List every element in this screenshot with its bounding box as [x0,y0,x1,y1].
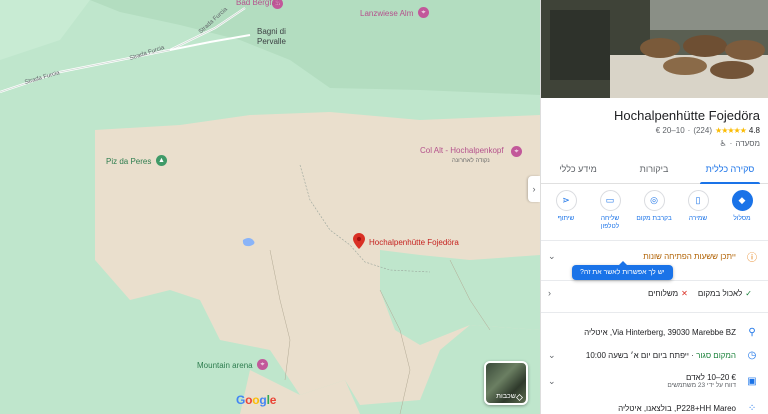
info-warning-icon: ⓘ [747,252,757,264]
share-button[interactable]: ⋖ שיתוף [546,190,586,231]
terrain-layer [0,0,540,414]
price-icon: ▣ [747,375,757,387]
amenities-row[interactable]: ✓ לאכול במקום ✕ משלוחים ‹ [541,285,768,301]
amenity-delivery: ✕ משלוחים [647,288,688,298]
poi-bagni-di-pervalle[interactable]: Bagni di Pervalle [257,27,286,47]
poi-mountain-arena[interactable]: Mountain arena [197,361,253,371]
share-icon: ⋖ [562,195,570,205]
price-reported-by: דווח על ידי 23 משתמשים [667,382,736,389]
review-count[interactable]: (224) [693,126,712,135]
send-to-phone-icon: ▭ [605,195,615,205]
directions-button[interactable]: ◆ מסלול [722,190,762,231]
plus-code-text: P228+HH Mareo, בולצאנו, איטליה [618,403,736,413]
restaurant-icon[interactable]: ⌖ [511,146,522,157]
restaurant-icon[interactable]: ⌖ [418,7,429,18]
poi-col-alt[interactable]: Col Alt - Hochalpenkopf [420,146,504,156]
nearby-label: בקרבת מקום [636,215,672,222]
poi-piz-da-peres[interactable]: Piz da Peres [106,157,151,167]
plus-code-row[interactable]: ⁘ P228+HH Mareo, בולצאנו, איטליה [541,400,768,414]
directions-icon: ◆ [738,195,746,205]
address-row[interactable]: ⚲ Via Hinterberg, 39030 Marebbe BZ, איטל… [541,324,768,340]
divider [541,312,768,313]
cross-icon: ✕ [681,288,688,298]
save-button[interactable]: ▯ שמירה [678,190,718,231]
mountain-peak-icon[interactable]: ▲ [156,155,167,166]
share-label: שיתוף [557,215,575,222]
poi-bad-bergfall[interactable]: Bad Bergfall [236,0,280,8]
attraction-icon[interactable]: ⌖ [257,359,268,370]
tab-reviews[interactable]: ביקורות [616,154,692,183]
send-to-phone-button[interactable]: ▭ שליחה לטלפון [590,190,630,231]
action-buttons: ◆ מסלול ▯ שמירה ◎ בקרבת מקום ▭ שליחה לטל… [541,190,768,231]
place-title: Hochalpenhütte Fojedöra [614,108,760,123]
separator: · [729,139,733,148]
check-icon: ✓ [745,288,752,298]
layers-label: שכבות [496,393,516,400]
hours-warning-row[interactable]: ⓘ ייתכן ששעות הפתיחה שונות ⌄ [541,247,768,265]
divider [541,240,768,241]
google-logo: Google [236,393,277,407]
divider [541,280,768,281]
directions-label: מסלול [733,215,751,222]
chevron-down-icon[interactable]: ⌄ [548,376,556,387]
location-pin-icon: ⚲ [748,326,756,338]
star-rating-icon: ★★★★★ [715,126,747,135]
confirm-tooltip[interactable]: יש לך אפשרות לאשר את זה? [572,261,673,280]
separator: · [687,126,691,135]
save-label: שמירה [688,215,708,222]
poi-lanzwiese-alm[interactable]: Lanzwiese Alm [360,9,413,19]
rating-value: 4.8 [748,126,760,135]
hours-detail: · ייפתח ביום יום א׳ בשעה 10:00 [585,350,694,360]
map-canvas[interactable]: ♨ Bad Bergfall Lanzwiese Alm ⌖ Bagni di … [0,0,540,414]
poi-col-alt-sub: נקודה לאחרונה [452,158,490,164]
hours-status: המקום סגור [696,350,736,360]
address-text: Via Hinterberg, 39030 Marebbe BZ, איטליה [584,327,736,337]
hero-photo[interactable] [541,0,768,98]
category-row: מסעדה · ♿︎ [719,139,760,148]
amenity-dine-in: ✓ לאכול במקום [697,288,752,298]
tab-bar: סקירה כללית ביקורות מידע כללי [541,154,768,184]
category-label[interactable]: מסעדה [735,139,760,148]
place-panel: Hochalpenhütte Fojedöra 4.8 ★★★★★ (224) … [540,0,768,414]
tab-overview[interactable]: סקירה כללית [692,154,768,184]
collapse-panel-button[interactable]: › [528,176,540,202]
nearby-button[interactable]: ◎ בקרבת מקום [634,190,674,231]
chevron-right-icon: › [532,184,536,194]
price-per-person: € 20–10 לאדם [685,373,736,382]
chevron-down-icon[interactable]: ⌄ [548,251,556,262]
rating-row[interactable]: 4.8 ★★★★★ (224) · € 20–10 [656,126,760,135]
layers-button[interactable]: שכבות [484,361,528,405]
chevron-left-icon[interactable]: ‹ [548,288,551,298]
bookmark-icon: ▯ [695,195,701,205]
chevron-down-icon[interactable]: ⌄ [548,350,556,361]
price-range: € 20–10 [655,126,685,135]
nearby-icon: ◎ [650,195,658,205]
plus-code-icon: ⁘ [747,402,757,414]
tab-about[interactable]: מידע כללי [541,154,616,183]
clock-icon: ◷ [747,349,757,361]
pin-label[interactable]: Hochalpenhütte Fojedöra [369,238,459,247]
accessible-icon: ♿︎ [719,139,727,148]
amenities-list: ✓ לאכול במקום ✕ משלוחים [551,289,760,298]
hours-warning-text: ייתכן ששעות הפתיחה שונות [643,251,736,261]
price-row[interactable]: ▣ € 20–10 לאדם דווח על ידי 23 משתמשים ⌄ [541,369,768,393]
hours-row[interactable]: ◷ המקום סגור · ייפתח ביום יום א׳ בשעה 10… [541,347,768,363]
send-to-phone-label: שליחה לטלפון [600,215,620,230]
hero-photo-image [541,0,768,98]
